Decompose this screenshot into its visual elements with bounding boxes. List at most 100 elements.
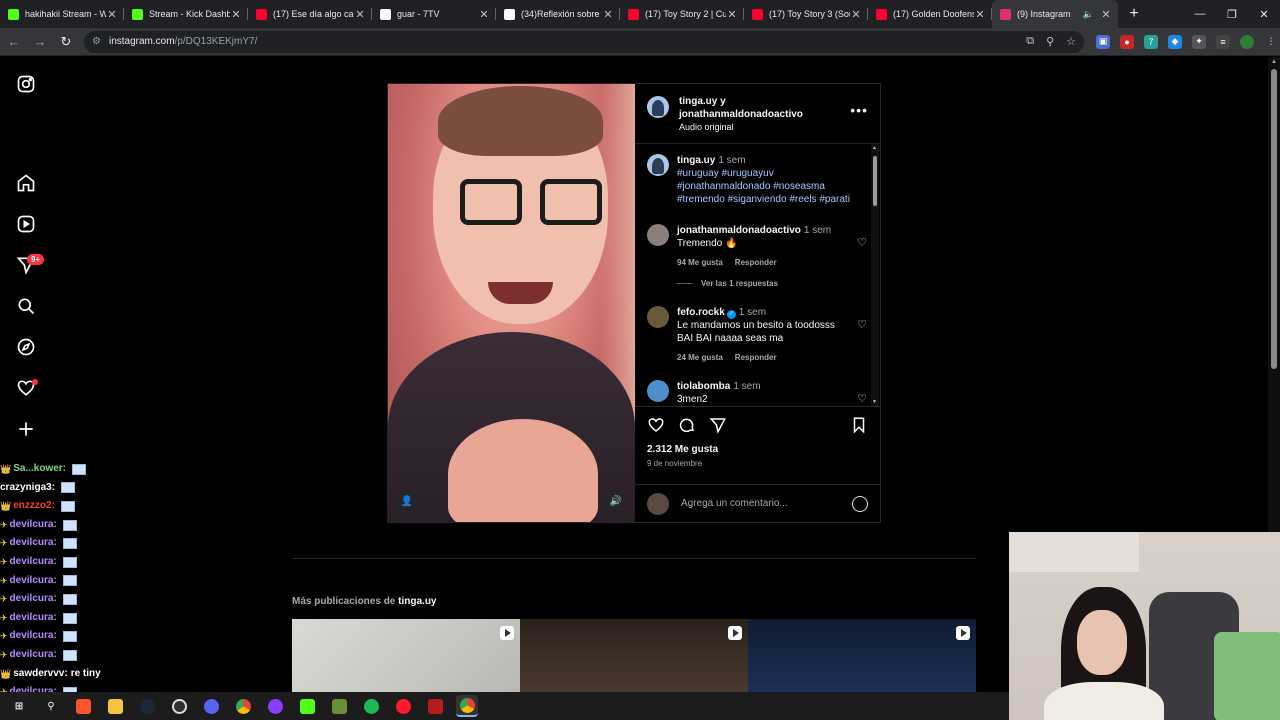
close-tab-icon[interactable]: ✕ [850,8,862,21]
comment-likes[interactable]: 94 Me gusta [677,258,723,267]
hashtag-link[interactable]: #parati [819,194,850,205]
save-bookmark-icon[interactable] [850,416,868,439]
add-comment-input[interactable]: Agrega un comentario... [681,498,852,509]
hashtag-link[interactable]: #tremendo [677,194,725,205]
instagram-logo-icon[interactable] [16,74,36,94]
comment-like-heart-icon[interactable]: ♡ [857,318,867,331]
browser-tab[interactable]: (17) Toy Story 3 (Soun ✕ [744,0,868,28]
canva-icon[interactable] [264,695,286,717]
audio-label[interactable]: Audio original [679,121,803,134]
tagged-user-icon[interactable]: 👤 [396,490,418,512]
bookmark-star-icon[interactable]: ☆ [1066,35,1076,48]
close-tab-icon[interactable]: ✕ [1100,8,1112,21]
browser-tab[interactable]: Stream - Kick Dashbo ✕ [124,0,248,28]
brave-browser-icon[interactable] [72,695,94,717]
reading-list-icon[interactable]: ≡ [1216,34,1230,49]
reel-video[interactable]: 👤 🔊 [388,84,635,522]
file-explorer-icon[interactable] [104,695,126,717]
home-icon[interactable] [16,173,36,193]
back-icon[interactable]: ← [2,30,26,54]
taskbar-search-icon[interactable]: ⚲ [40,695,62,717]
comments-scrollbar[interactable]: ▲ ▼ [871,144,879,406]
hashtag-link[interactable]: #uruguayuv [721,168,773,179]
more-options-icon[interactable]: ••• [850,102,868,118]
volume-icon[interactable]: 🔊 [605,490,627,512]
close-window-icon[interactable]: ✕ [1248,0,1280,28]
post-likes-count[interactable]: 2.312 Me gusta [647,444,718,455]
reload-icon[interactable]: ↻ [54,30,78,54]
create-plus-icon[interactable] [16,419,36,439]
hashtag-link[interactable]: #noseasma [773,181,825,192]
browser-tab[interactable]: (17) Golden Doofensh ✕ [868,0,992,28]
caption-avatar[interactable] [647,154,669,176]
obs-icon[interactable] [168,695,190,717]
close-tab-icon[interactable]: ✕ [106,8,118,21]
comment-like-heart-icon[interactable]: ♡ [857,392,867,405]
spotify-icon[interactable] [360,695,382,717]
app-icon[interactable] [424,695,446,717]
comment-avatar[interactable] [647,224,669,246]
browser-tab[interactable]: (9) Instagram 🔈 ✕ [992,0,1118,28]
post-thumbnail[interactable] [748,619,976,692]
reply-button[interactable]: Responder [735,258,777,267]
maximize-icon[interactable]: ❐ [1216,0,1248,28]
share-send-icon[interactable] [709,416,727,439]
close-tab-icon[interactable]: ✕ [354,8,366,21]
profile-avatar[interactable] [1240,34,1254,49]
close-tab-icon[interactable]: ✕ [478,8,490,21]
opera-icon[interactable] [392,695,414,717]
hashtag-link[interactable]: #reels [789,194,816,205]
post-thumbnail[interactable] [520,619,748,692]
comment-likes[interactable]: 24 Me gusta [677,353,723,362]
tab-audio-icon[interactable]: 🔈 [1083,9,1094,20]
like-heart-icon[interactable] [647,416,665,439]
chrome-icon[interactable] [232,695,254,717]
7tv-extension-icon[interactable]: 7 [1144,34,1158,49]
reels-icon[interactable] [16,214,36,234]
minecraft-icon[interactable] [328,695,350,717]
minimize-icon[interactable]: — [1184,0,1216,28]
new-tab-icon[interactable]: + [1122,2,1146,26]
post-thumbnail[interactable] [292,619,520,692]
extensions-puzzle-icon[interactable]: ✦ [1192,34,1206,49]
kick-icon[interactable] [296,695,318,717]
browser-tab[interactable]: (17) Toy Story 2 | Cua ✕ [620,0,744,28]
view-replies-link[interactable]: Ver las 1 respuestas [677,279,778,288]
chrome-active-icon[interactable] [456,695,478,717]
author-avatar[interactable] [647,96,669,118]
install-app-icon[interactable]: ⧉ [1026,35,1034,48]
extension-icon[interactable]: ◆ [1168,34,1182,49]
close-tab-icon[interactable]: ✕ [602,8,614,21]
caption-username[interactable]: tinga.uy [677,155,715,166]
comment-bubble-icon[interactable] [678,416,696,439]
browser-tab[interactable]: hakihakii Stream - W ✕ [0,0,124,28]
browser-tab[interactable]: (34)Reflexión sobre la ✕ [496,0,620,28]
hashtag-link[interactable]: #jonathanmaldonado [677,181,770,192]
zoom-icon[interactable]: ⚲ [1046,35,1054,48]
hashtag-link[interactable]: #uruguay [677,168,719,179]
emoji-picker-icon[interactable] [852,495,868,512]
close-tab-icon[interactable]: ✕ [974,8,986,21]
explore-compass-icon[interactable] [16,337,36,357]
comment-username[interactable]: jonathanmaldonadoactivo [677,225,801,236]
comment-like-heart-icon[interactable]: ♡ [857,236,867,249]
browser-tab[interactable]: (17) Ese día algo cam ✕ [248,0,372,28]
close-tab-icon[interactable]: ✕ [230,8,242,21]
address-bar[interactable]: ⚙ instagram.com/p/DQ13KEKjmY7/ ⧉ ⚲ ☆ [84,30,1084,53]
close-tab-icon[interactable]: ✕ [726,8,738,21]
reply-button[interactable]: Responder [735,353,777,362]
extension-icon[interactable]: ▣ [1096,34,1110,49]
comment-username[interactable]: tiolabomba [677,381,730,392]
author-name-1[interactable]: tinga.uy y [679,96,803,109]
start-windows-icon[interactable]: ⊞ [8,695,30,717]
more-posts-username[interactable]: tinga.uy [398,596,436,607]
forward-icon[interactable]: → [28,30,52,54]
browser-menu-icon[interactable]: ⋮ [1264,35,1278,49]
author-name-2[interactable]: jonathanmaldonadoactivo [679,109,803,122]
site-info-icon[interactable]: ⚙ [92,36,101,47]
extension-icon[interactable]: ● [1120,34,1134,49]
steam-icon[interactable] [136,695,158,717]
comment-avatar[interactable] [647,380,669,402]
hashtag-link[interactable]: #siganviendo [728,194,787,205]
comment-avatar[interactable] [647,306,669,328]
